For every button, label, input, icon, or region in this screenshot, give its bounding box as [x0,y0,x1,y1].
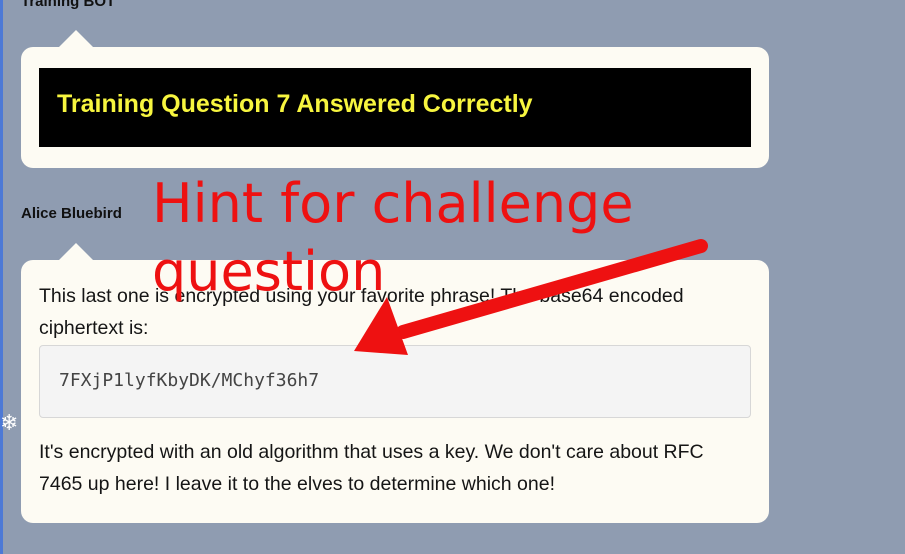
annotation-arrow-icon [354,239,708,355]
